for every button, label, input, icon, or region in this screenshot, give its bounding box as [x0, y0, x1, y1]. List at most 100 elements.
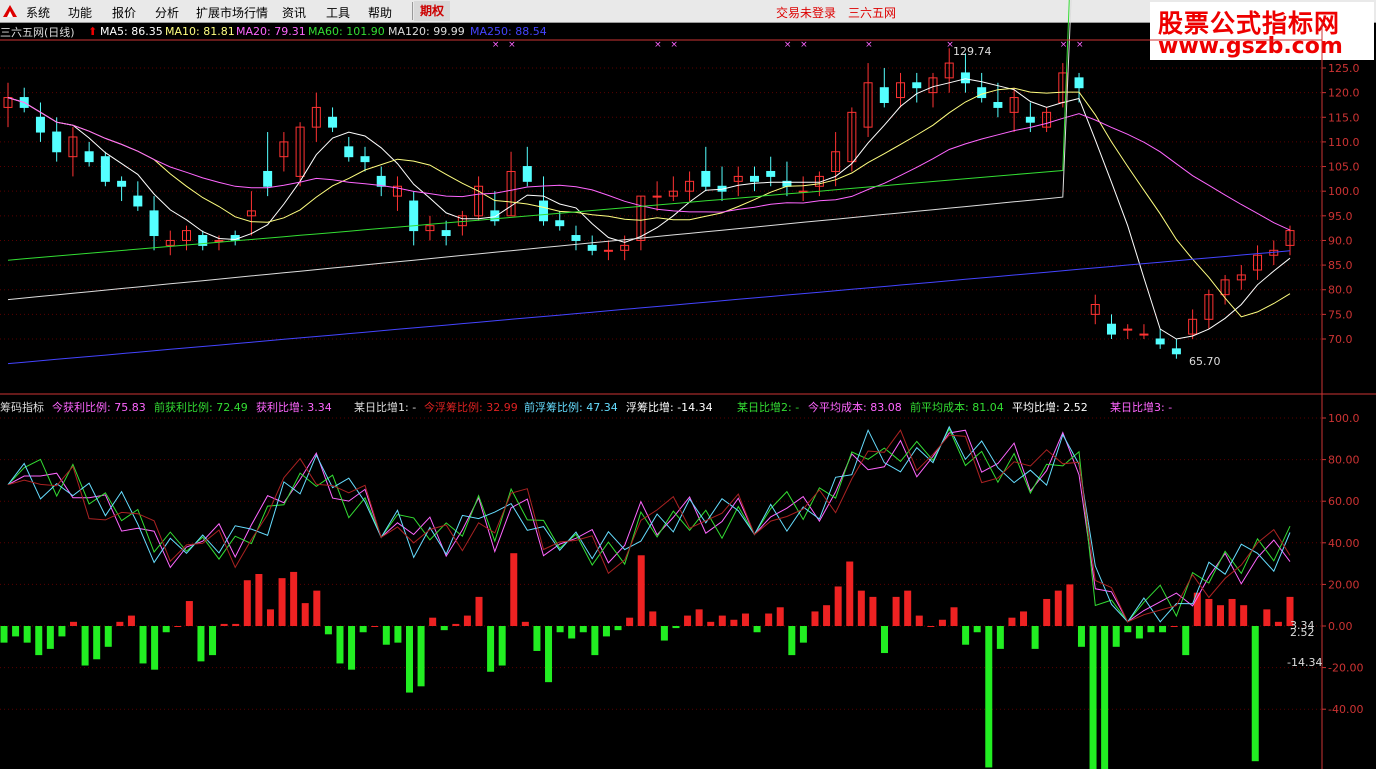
indicator-title: 筹码指标: [0, 401, 44, 414]
indicator-bar: [1135, 626, 1143, 639]
chart-canvas[interactable]: × × × × × × × × × × 70.075.080.085.090.095.0100.0…: [0, 0, 1376, 769]
indicator-bar: [220, 623, 228, 626]
indicator-legend-item: 某日比增1: -: [354, 401, 417, 414]
ma-legend-item: MA20: 79.31: [236, 25, 306, 38]
indicator-bar: [1240, 605, 1248, 626]
indicator-bar: [776, 607, 784, 626]
indicator-bar: [927, 626, 935, 627]
candle-body: [1171, 348, 1181, 355]
indicator-bar: [857, 590, 865, 626]
indicator-bar: [556, 626, 564, 633]
candle-body: [879, 87, 889, 103]
candle-body: [766, 170, 776, 177]
price-tick-label: 105.0: [1328, 161, 1360, 174]
indicator-bar: [579, 626, 587, 633]
indicator-bar: [58, 626, 66, 637]
indicator-tick-label: 20.00: [1328, 578, 1360, 591]
indicator-bar: [301, 603, 309, 626]
indicator-bar: [1043, 598, 1051, 626]
indicator-bar: [139, 626, 147, 664]
indicator-bar: [637, 555, 645, 626]
indicator-bar: [938, 619, 946, 626]
indicator-bar: [429, 617, 437, 626]
indicator-bar: [336, 626, 344, 664]
indicator-bar: [1008, 617, 1016, 626]
candle-body: [100, 156, 110, 182]
indicator-bar: [1263, 609, 1271, 626]
ma-legend-item: MA10: 81.81: [165, 25, 235, 38]
signal-mark: ×: [1076, 40, 1084, 50]
indicator-tick-label: 0.00: [1328, 620, 1353, 633]
indicator-bar: [695, 609, 703, 626]
indicator-bar: [568, 626, 576, 639]
price-tick-label: 75.0: [1328, 308, 1353, 321]
ma-legend-item: MA5: 86.35: [100, 25, 163, 38]
indicator-bar: [290, 571, 298, 626]
indicator-last-value-3: -14.34: [1287, 656, 1323, 669]
candle-body: [522, 166, 532, 182]
indicator-bar: [405, 626, 413, 693]
indicator-bar: [255, 574, 263, 626]
indicator-tick-label: 80.00: [1328, 454, 1360, 467]
indicator-bar: [1101, 626, 1109, 769]
indicator-bar: [209, 626, 217, 656]
indicator-legend-item: 前平均成本: 81.04: [910, 401, 1004, 414]
candle-body: [1139, 333, 1149, 336]
candle-body: [993, 101, 1003, 108]
indicator-bar: [174, 626, 182, 627]
indicator-legend-item: 平均比增: 2.52: [1012, 401, 1088, 414]
indicator-bar: [1159, 626, 1167, 633]
candle-body: [652, 195, 662, 198]
price-tick-label: 110.0: [1328, 136, 1360, 149]
indicator-bar: [382, 626, 390, 645]
ma-legend-item: MA250: 88.54: [470, 25, 547, 38]
indicator-bar: [440, 626, 448, 631]
indicator-bar: [417, 626, 425, 687]
indicator-bar: [1020, 611, 1028, 626]
indicator-bar: [185, 601, 193, 626]
indicator-bar: [1170, 626, 1178, 627]
ma-legend-item: MA60: 101.90: [308, 25, 385, 38]
indicator-legend-item: 今浮筹比例: 32.99: [424, 401, 518, 414]
indicator-legend-item: 前获利比例: 72.49: [154, 401, 248, 414]
indicator-bar: [1147, 626, 1155, 633]
ma120-line: [7, 0, 1072, 301]
indicator-bar: [1228, 598, 1236, 626]
candle-body: [52, 131, 62, 153]
indicator-bar: [162, 626, 170, 633]
prev-profit-ratio-line: [7, 427, 1291, 623]
candle-body: [344, 146, 354, 158]
indicator-tick-label: 100.0: [1328, 412, 1360, 425]
indicator-bar: [463, 615, 471, 626]
indicator-legend-item: 某日比增3: -: [1110, 401, 1173, 414]
ma250-line: [7, 250, 1291, 365]
candle-body: [960, 72, 970, 84]
signal-mark: ×: [800, 40, 808, 50]
indicator-bar: [533, 626, 541, 651]
signal-mark: ×: [784, 40, 792, 50]
indicator-bar: [116, 621, 124, 626]
indicator-bar: [104, 626, 112, 647]
indicator-bar: [70, 621, 78, 626]
indicator-bar: [545, 626, 553, 683]
candle-body: [977, 87, 987, 99]
indicator-bar: [127, 615, 135, 626]
indicator-bar: [1031, 626, 1039, 649]
ma60-line: [7, 0, 1070, 261]
indicator-bar: [475, 596, 483, 626]
candle-body: [360, 156, 370, 163]
indicator-bar: [823, 605, 831, 626]
indicator-legend-item: 某日比增2: -: [737, 401, 800, 414]
indicator-bar: [151, 626, 159, 670]
indicator-bar: [197, 626, 205, 662]
indicator-bar: [811, 611, 819, 626]
candle-body: [555, 220, 565, 227]
candle-body: [84, 151, 94, 163]
indicator-bar: [741, 613, 749, 626]
price-tick-label: 100.0: [1328, 185, 1360, 198]
indicator-bar: [23, 626, 31, 643]
indicator-bar: [0, 626, 8, 643]
indicator-bar: [1124, 626, 1132, 633]
price-panel-title: 三六五网(日线): [0, 26, 75, 39]
indicator-bar: [869, 596, 877, 626]
